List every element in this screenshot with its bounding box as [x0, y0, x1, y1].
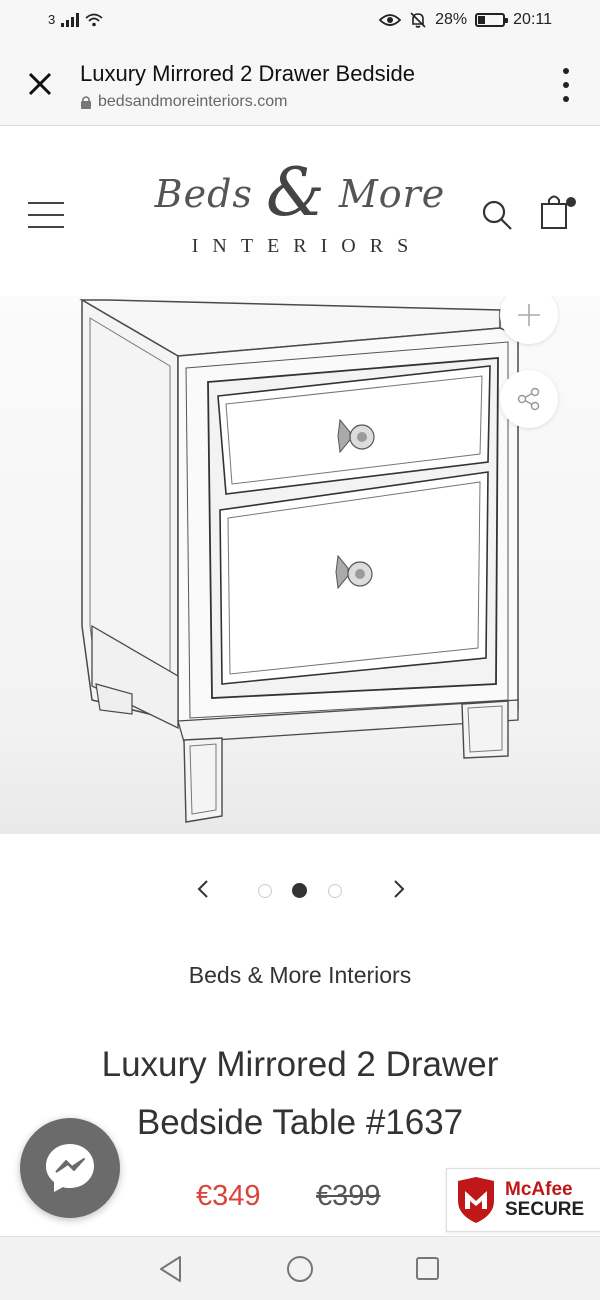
- close-icon: [28, 72, 52, 96]
- messenger-chat-button[interactable]: [20, 1118, 120, 1218]
- gallery-pagination: [0, 866, 600, 916]
- system-navigation-bar: [0, 1236, 600, 1300]
- mute-bell-icon: [410, 12, 426, 28]
- recent-apps-nav-icon[interactable]: [415, 1256, 440, 1281]
- search-icon: [482, 200, 512, 230]
- back-nav-icon[interactable]: [158, 1255, 184, 1283]
- browser-toolbar: Luxury Mirrored 2 Drawer Bedside bedsand…: [0, 44, 600, 126]
- status-right: 28% 20:11: [379, 11, 552, 29]
- battery-icon: [475, 13, 509, 27]
- product-vendor[interactable]: Beds & More Interiors: [0, 962, 600, 989]
- cart-icon: [541, 195, 576, 229]
- slide-dot-3[interactable]: [328, 884, 342, 898]
- signal-icon: [61, 12, 80, 27]
- zoom-plus-icon: [518, 304, 540, 326]
- product-image-gallery[interactable]: [0, 296, 600, 834]
- mcafee-brand: McAfee: [505, 1179, 573, 1200]
- site-header: Beds & More INTERIORS: [0, 126, 600, 296]
- search-button[interactable]: [480, 198, 514, 232]
- status-left: 3: [48, 12, 103, 27]
- compare-at-price: €399: [316, 1180, 381, 1212]
- share-button[interactable]: [500, 370, 558, 428]
- next-slide-button[interactable]: [386, 876, 412, 902]
- url-display[interactable]: bedsandmoreinteriors.com: [80, 93, 287, 111]
- previous-slide-button[interactable]: [190, 876, 216, 902]
- hamburger-menu-icon[interactable]: [28, 202, 64, 228]
- share-icon: [517, 387, 540, 411]
- page-title: Luxury Mirrored 2 Drawer Bedside: [80, 61, 416, 86]
- more-vert-icon[interactable]: [558, 68, 574, 102]
- carrier-label: 3: [48, 12, 56, 27]
- logo-ampersand: &: [266, 154, 326, 231]
- mcafee-secure-label: SECURE: [505, 1199, 585, 1220]
- battery-percent: 28%: [435, 11, 468, 28]
- logo-subtitle: INTERIORS: [191, 235, 423, 257]
- mcafee-secure-badge[interactable]: McAfee SECURE: [446, 1168, 600, 1232]
- messenger-icon: [46, 1144, 94, 1192]
- logo-script: Beds & More: [150, 154, 450, 231]
- close-button[interactable]: [22, 66, 58, 102]
- chevron-right-icon: [394, 880, 405, 898]
- url-text: bedsandmoreinteriors.com: [98, 93, 288, 110]
- logo-word-beds: Beds: [154, 172, 253, 216]
- battery-fill: [478, 16, 485, 24]
- cart-button[interactable]: [538, 192, 580, 232]
- eye-icon: [379, 14, 402, 26]
- wifi-icon: [85, 13, 103, 26]
- logo-word-more: More: [338, 172, 446, 216]
- mcafee-shield-icon: [458, 1177, 494, 1223]
- slide-dot-2[interactable]: [292, 883, 307, 898]
- chevron-left-icon: [197, 880, 208, 898]
- product-title: Luxury Mirrored 2 Drawer Bedside Table #…: [101, 1045, 499, 1142]
- slide-dot-1[interactable]: [258, 884, 272, 898]
- clock: 20:11: [513, 11, 552, 28]
- mcafee-text: McAfee SECURE: [505, 1180, 584, 1220]
- home-nav-icon[interactable]: [286, 1255, 314, 1283]
- lock-icon: [81, 96, 91, 109]
- sale-price: €349: [196, 1180, 261, 1212]
- status-bar: 3 28% 20:11: [0, 0, 600, 44]
- site-logo[interactable]: Beds & More INTERIORS: [150, 154, 450, 274]
